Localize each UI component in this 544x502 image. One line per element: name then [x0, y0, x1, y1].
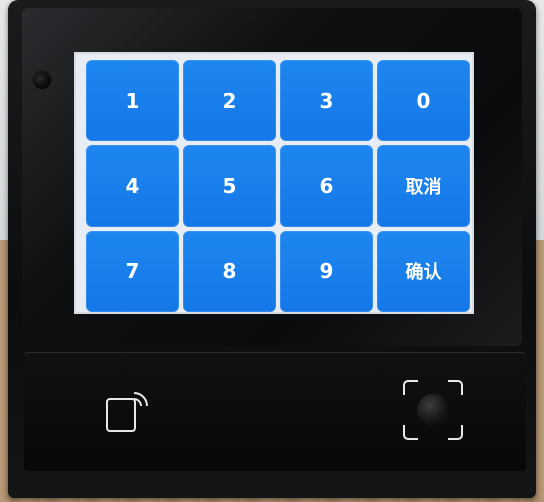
key-0[interactable]: 0 [377, 60, 470, 142]
key-3[interactable]: 3 [280, 60, 373, 142]
key-7[interactable]: 7 [86, 230, 179, 312]
confirm-button[interactable]: 确认 [377, 230, 470, 312]
key-8[interactable]: 8 [183, 230, 276, 312]
key-1[interactable]: 1 [86, 60, 179, 142]
key-2[interactable]: 2 [183, 60, 276, 142]
key-6[interactable]: 6 [280, 145, 373, 227]
fingerprint-sensor-icon[interactable] [400, 377, 466, 443]
cancel-button[interactable]: 取消 [377, 145, 470, 227]
key-5[interactable]: 5 [183, 145, 276, 227]
numeric-keypad: 1 2 3 0 4 5 6 取消 7 8 9 确认 [86, 60, 470, 312]
camera-icon [32, 70, 52, 90]
nfc-card-reader-icon[interactable] [104, 389, 150, 435]
touch-screen: 1 2 3 0 4 5 6 取消 7 8 9 确认 [74, 52, 474, 314]
key-9[interactable]: 9 [280, 230, 373, 312]
reader-panel [24, 352, 526, 471]
access-control-device: 1 2 3 0 4 5 6 取消 7 8 9 确认 [8, 0, 536, 498]
key-4[interactable]: 4 [86, 145, 179, 227]
fingerprint-sensor-pad[interactable] [417, 394, 449, 426]
